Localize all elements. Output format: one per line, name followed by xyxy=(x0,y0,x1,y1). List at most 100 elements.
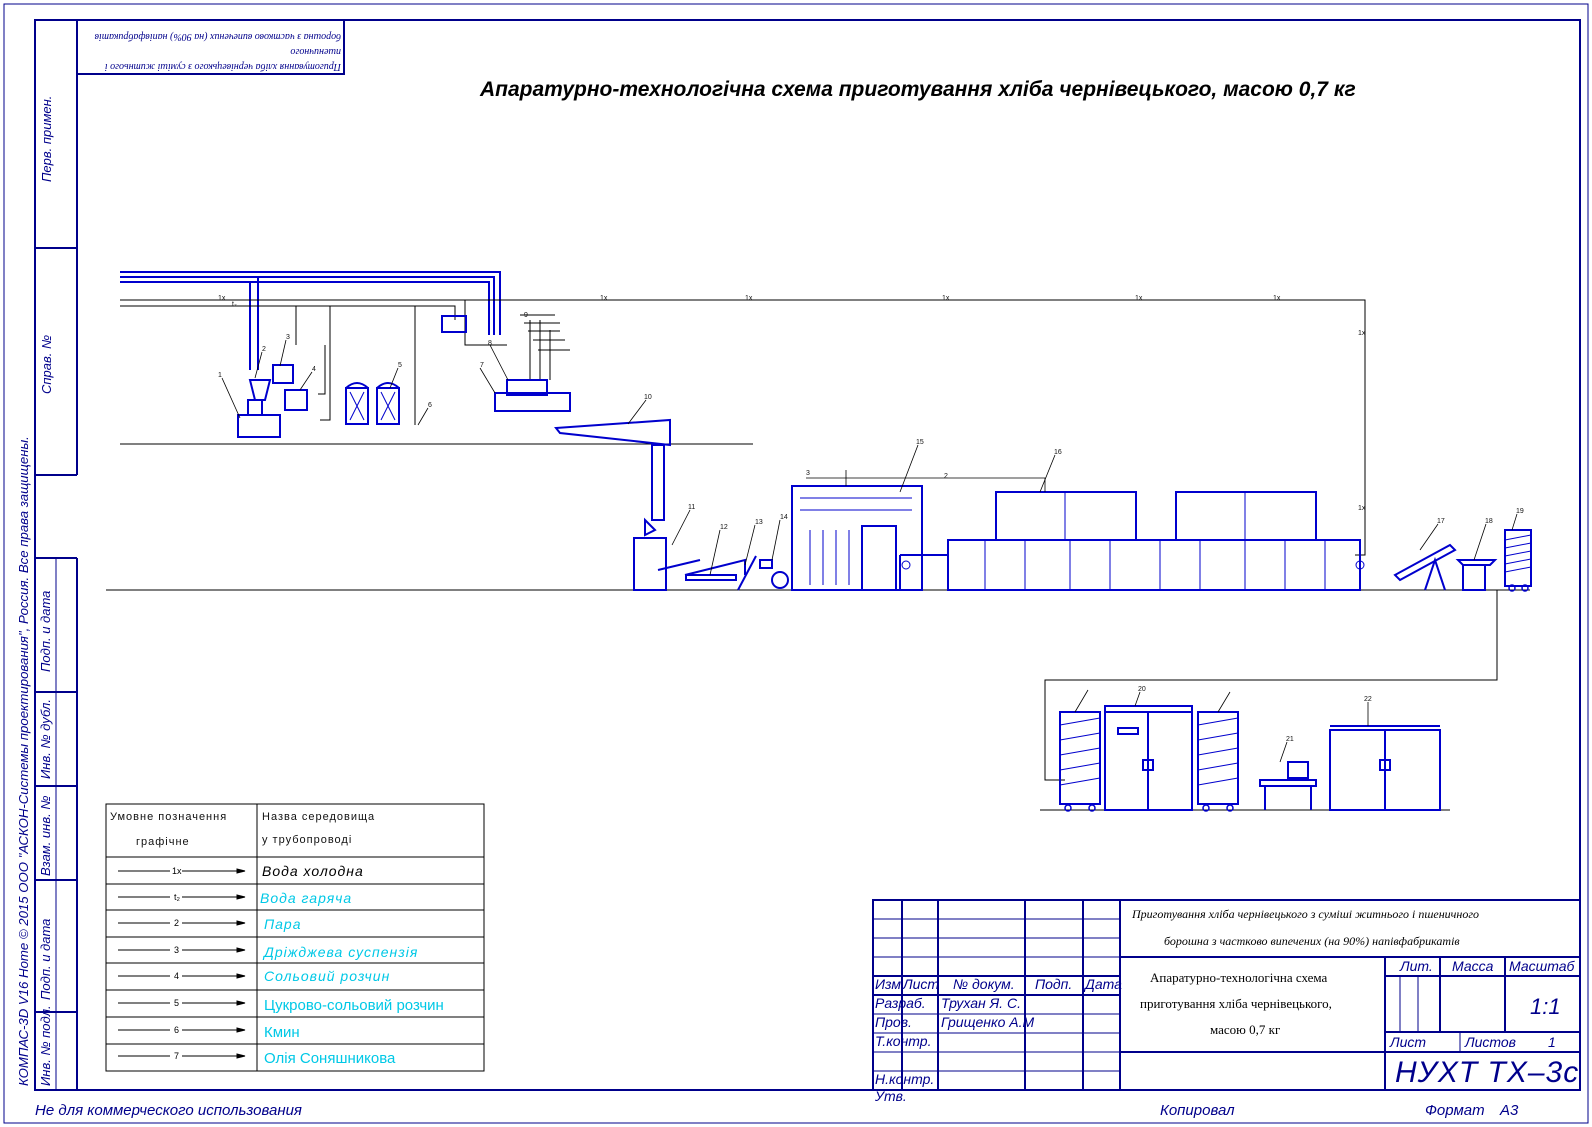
equipment-number-12: 12 xyxy=(720,524,728,531)
pipe-label-hot-water: t₂ xyxy=(232,301,237,308)
tb-razrab-name: Трухан Я. С. xyxy=(941,995,1021,1011)
pipe-label-cold-water-7: 1х xyxy=(1358,330,1366,337)
footer-format: А3 xyxy=(1500,1102,1519,1119)
side-perv-primen: Перв. примен. xyxy=(39,95,54,182)
equipment-number-17: 17 xyxy=(1437,518,1445,525)
footer-format-label: Формат xyxy=(1425,1102,1485,1119)
drawing-name-line-3: масою 0,7 кг xyxy=(1210,1022,1281,1037)
drawing-name-line-2: приготування хліба чернівецького, xyxy=(1140,996,1332,1011)
equipment-number-8: 8 xyxy=(488,340,492,347)
tb-data: Дата xyxy=(1085,976,1122,992)
pipe-label-cold-water-5: 1х xyxy=(1135,295,1143,302)
tb-listov: 1 xyxy=(1548,1034,1556,1050)
side-podp-data-2: Подп. и дата xyxy=(38,918,53,1000)
tb-tkontr: Т.контр. xyxy=(875,1033,932,1049)
drawing-name-line-1: Апаратурно-технологічна схема xyxy=(1150,970,1328,985)
pipe-label-cold-water-4: 1х xyxy=(942,295,950,302)
tb-podp: Подп. xyxy=(1035,976,1073,992)
footer-copied: Копировал xyxy=(1160,1102,1235,1119)
tb-izm: Изм. xyxy=(875,976,905,992)
legend-code-3: 2 xyxy=(174,918,180,928)
legend-name-yeast: Дріжджева суспензія xyxy=(264,944,419,960)
tb-masshtab: Масштаб xyxy=(1509,958,1575,974)
legend-code-8: 7 xyxy=(174,1051,180,1061)
equipment-number-11: 11 xyxy=(688,504,696,511)
legend-name-hot-water: Вода гаряча xyxy=(260,890,353,906)
equipment-number-2: 2 xyxy=(262,346,266,353)
legend-name-salt: Сольовий розчин xyxy=(264,968,391,984)
equipment-number-16: 16 xyxy=(1054,449,1062,456)
legend-header-col2-line2: у трубопроводі xyxy=(262,834,353,846)
tb-scale: 1:1 xyxy=(1530,994,1561,1019)
legend-code-2: t₂ xyxy=(174,892,180,902)
footer-not-commercial: Не для коммерческого использования xyxy=(35,1102,302,1119)
equipment-number-7: 7 xyxy=(480,362,484,369)
equipment-number-3: 3 xyxy=(286,334,290,341)
legend-name-oil: Олія Соняшникова xyxy=(264,1050,396,1067)
side-podp-data-1: Подп. и дата xyxy=(38,590,53,672)
legend-header-col1-line1: Умовне позначення xyxy=(110,811,228,823)
tb-list-label: Лист xyxy=(1390,1034,1427,1050)
legend-code-7: 6 xyxy=(174,1025,180,1035)
copyright-vertical: КОМПАС-3D V16 Home © 2015 ООО "АСКОН-Сис… xyxy=(16,436,31,1086)
tb-nkontr: Н.контр. xyxy=(875,1071,935,1087)
dough-processing-equipment xyxy=(633,485,1532,591)
tb-massa: Масса xyxy=(1452,958,1494,974)
packing-storage-equipment xyxy=(1059,705,1441,811)
equipment-number-10: 10 xyxy=(644,394,652,401)
equipment-number-6: 6 xyxy=(428,402,432,409)
ingredient-preparation-equipment xyxy=(237,315,671,537)
equipment-number-19: 19 xyxy=(1516,508,1524,515)
legend-name-steam: Пара xyxy=(264,916,302,932)
side-inv-dubl: Инв. № дубл. xyxy=(38,699,53,779)
side-inv-podl: Инв. № подл. xyxy=(38,1005,53,1086)
sheet-outer-frame xyxy=(3,3,1589,1124)
legend-name-caraway: Кмин xyxy=(264,1024,300,1041)
stamp-rotated: Приготування хліба чернівецького з суміш… xyxy=(83,24,341,74)
equipment-number-13: 13 xyxy=(755,519,763,526)
equipment-number-20: 20 xyxy=(1138,686,1146,693)
side-vzam-inv: Взам. инв. № xyxy=(38,795,53,876)
doc-title-line-2: борошна з частково випечених (на 90%) на… xyxy=(1164,934,1460,948)
drawing-sheet xyxy=(3,3,1589,1124)
legend-code-4: 3 xyxy=(174,945,180,955)
tb-razrab: Разраб. xyxy=(875,995,926,1011)
equipment-number-15: 15 xyxy=(916,439,924,446)
tb-lit: Лит. xyxy=(1400,958,1433,974)
stamp-line-2: борошна з частково випечених (на 90%) на… xyxy=(94,31,341,42)
doc-title-line-1: Приготування хліба чернівецького з суміш… xyxy=(1132,907,1480,921)
equipment-number-14: 14 xyxy=(780,514,788,521)
drawing-title: Апаратурно-технологічна схема приготуван… xyxy=(480,78,1356,101)
legend-header-col1-line2: графічне xyxy=(136,836,190,848)
tb-prov: Пров. xyxy=(875,1014,912,1030)
equipment-number-18: 18 xyxy=(1485,518,1493,525)
leader-lines xyxy=(221,339,1518,763)
legend-header-col2-line1: Назва середовища xyxy=(262,811,376,823)
stamp-line-1: Приготування хліба чернівецького з суміш… xyxy=(104,46,341,72)
pipe-label-cold-water: 1х xyxy=(218,295,226,302)
equipment-number-22: 22 xyxy=(1364,696,1372,703)
tb-list: Лист xyxy=(903,976,940,992)
tb-designation: НУХТ ТХ–3с xyxy=(1395,1056,1580,1089)
tb-doc-no: № докум. xyxy=(953,976,1015,992)
side-sprav-no: Справ. № xyxy=(39,334,54,394)
equipment-number-5: 5 xyxy=(398,362,402,369)
equipment-number-1: 1 xyxy=(218,372,222,379)
equipment-number-4: 4 xyxy=(312,366,316,373)
legend-code-5: 4 xyxy=(174,971,180,981)
pipe-label-cold-water-2: 1х xyxy=(600,295,608,302)
legend-name-cold-water: Вода холодна xyxy=(262,863,364,879)
legend-code-6: 5 xyxy=(174,998,180,1008)
legend-code-1: 1х xyxy=(172,866,182,876)
tb-prov-name: Грищенко А.М xyxy=(941,1014,1035,1030)
pipe-label-steam: 2 xyxy=(944,473,948,480)
pipe-label-yeast: 3 xyxy=(806,470,810,477)
equipment-number-9: 9 xyxy=(524,312,528,319)
tb-utv: Утв. xyxy=(875,1088,907,1104)
pipe-label-cold-water-8: 1х xyxy=(1358,505,1366,512)
tb-listov-label: Листов xyxy=(1465,1034,1516,1050)
equipment-number-21: 21 xyxy=(1286,736,1294,743)
legend-name-sugar-salt: Цукрово-сольовий розчин xyxy=(264,997,444,1014)
pipe-label-cold-water-3: 1х xyxy=(745,295,753,302)
pipe-label-cold-water-6: 1х xyxy=(1273,295,1281,302)
